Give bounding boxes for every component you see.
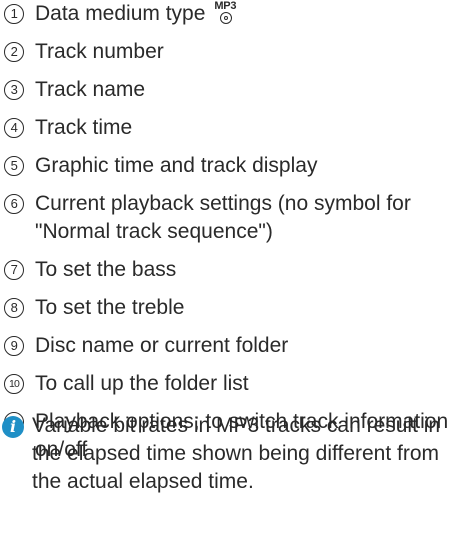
item-label: Track time: [35, 116, 133, 139]
list-item: 8 To set the treble: [0, 294, 467, 332]
item-number-marker: 6: [4, 194, 24, 214]
info-note-text: Variable bit rates in MP3 tracks can res…: [32, 414, 441, 493]
item-number-marker: 7: [4, 260, 24, 280]
list-item: 7 To set the bass: [0, 256, 467, 294]
item-label: Track name: [35, 78, 146, 101]
list-item: 1 Data medium type MP3: [0, 0, 467, 38]
item-number-marker: 3: [4, 80, 24, 100]
list-item: 3 Track name: [0, 76, 467, 114]
item-label: To set the bass: [35, 258, 177, 281]
item-label: Disc name or current folder: [35, 334, 289, 357]
list-item: 10 To call up the folder list: [0, 370, 467, 408]
item-label: Graphic time and track display: [35, 154, 318, 177]
list-item-text: Data medium type MP3: [35, 0, 467, 28]
item-number-marker: 10: [4, 374, 24, 394]
item-number-marker: 9: [4, 336, 24, 356]
list-item: 4 Track time: [0, 114, 467, 152]
item-label: Data medium type: [35, 2, 206, 25]
disc-symbol: [220, 12, 233, 24]
item-label: To call up the folder list: [35, 372, 249, 395]
page: 1 Data medium type MP3 2 Track number 3 T…: [0, 0, 467, 547]
item-number-marker: 2: [4, 42, 24, 62]
item-number-marker: 1: [4, 4, 24, 24]
mp3-disc-icon: MP3: [213, 0, 239, 28]
item-number-marker: 5: [4, 156, 24, 176]
item-label: To set the treble: [35, 296, 185, 319]
list-item: 2 Track number: [0, 38, 467, 76]
item-label: Track number: [35, 40, 164, 63]
legend-list: 1 Data medium type MP3 2 Track number 3 T…: [0, 0, 467, 474]
info-note: i Variable bit rates in MP3 tracks can r…: [0, 412, 467, 496]
info-icon: i: [2, 416, 24, 438]
list-item: 6 Current playback settings (no symbol f…: [0, 190, 467, 256]
list-item: 9 Disc name or current folder: [0, 332, 467, 370]
item-number-marker: 8: [4, 298, 24, 318]
item-label: Current playback settings (no symbol for…: [35, 192, 411, 243]
mp3-icon-label: MP3: [214, 0, 237, 12]
item-number-marker: 4: [4, 118, 24, 138]
list-item: 5 Graphic time and track display: [0, 152, 467, 190]
